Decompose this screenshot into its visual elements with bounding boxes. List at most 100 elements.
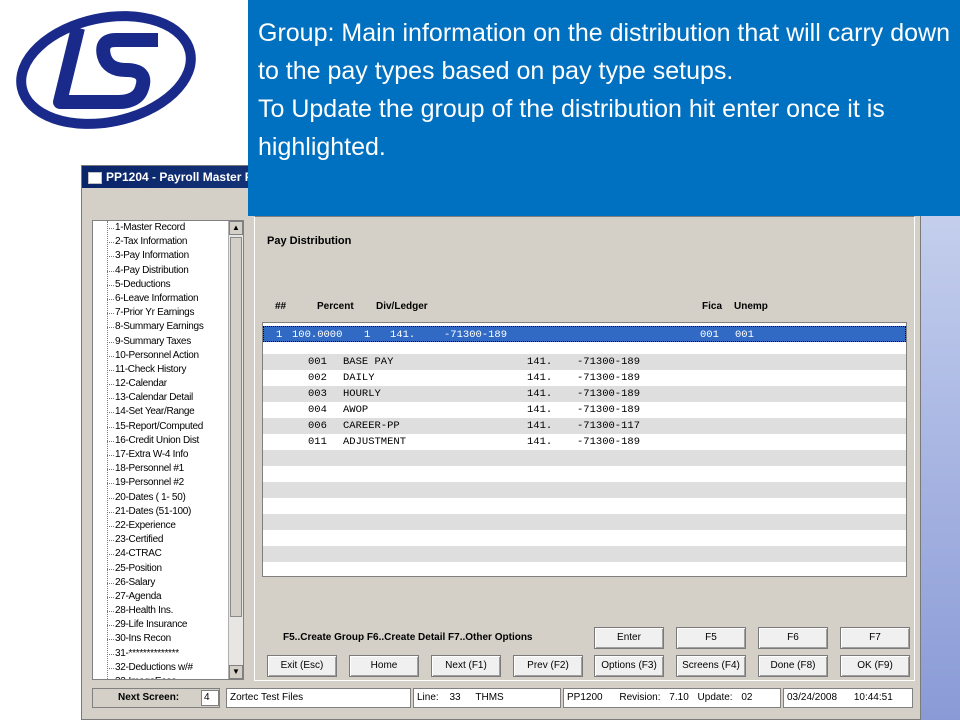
sidebar-item[interactable]: 20-Dates ( 1- 50) [107,491,243,505]
sidebar-item[interactable]: 22-Experience [107,519,243,533]
ok-button[interactable]: OK (F9) [840,655,910,677]
scroll-thumb[interactable] [230,237,242,617]
screen-tree: 1-Master Record 2-Tax Information 3-Pay In… [93,221,243,679]
header-unemp: Unemp [734,301,768,312]
callout-line-1: Group: Main information on the distribut… [258,19,950,85]
sidebar-item[interactable]: 8-Summary Earnings [107,320,243,334]
scroll-up-icon[interactable]: ▲ [229,221,243,235]
f5-button[interactable]: F5 [676,627,746,649]
sidebar-item[interactable]: 18-Personnel #1 [107,462,243,476]
sidebar-item[interactable]: 31-************** [107,647,243,661]
update-label: Update: [697,692,733,703]
detail-fund: 141. [527,420,553,432]
f7-button[interactable]: F7 [840,627,910,649]
sidebar-item[interactable]: 7-Prior Yr Earnings [107,306,243,320]
sidebar-item[interactable]: 29-Life Insurance [107,618,243,632]
empty-row [263,546,906,562]
window-icon [88,171,102,184]
sidebar-item[interactable]: 27-Agenda [107,590,243,604]
sidebar-scrollbar[interactable]: ▲ ▼ [228,221,243,679]
cell-fund: 141. [390,329,416,341]
blank-row [263,342,906,354]
home-button[interactable]: Home [349,655,419,677]
scroll-down-icon[interactable]: ▼ [229,665,243,679]
sidebar-item[interactable]: 1-Master Record [107,221,243,235]
sidebar-item[interactable]: 4-Pay Distribution [107,264,243,278]
date-value: 03/24/2008 [787,692,838,703]
detail-fund: 141. [527,372,553,384]
sidebar-item[interactable]: 32-Deductions w/# [107,661,243,675]
sidebar-item[interactable]: 28-Health Ins. [107,604,243,618]
sidebar-item[interactable]: 16-Credit Union Dist [107,434,243,448]
sidebar-item[interactable]: 25-Position [107,562,243,576]
done-button[interactable]: Done (F8) [758,655,828,677]
sidebar-item[interactable]: 33-ImageEase [115,675,243,679]
detail-account: -71300-189 [577,436,641,448]
sidebar-item[interactable]: 5-Deductions [107,278,243,292]
empty-row [263,450,906,466]
sidebar-item[interactable]: 15-Report/Computed [107,420,243,434]
sidebar-item[interactable]: 30-Ins Recon [107,632,243,646]
detail-name: HOURLY [343,388,381,400]
header-fica: Fica [702,301,723,312]
sidebar-item[interactable]: 2-Tax Information [107,235,243,249]
header-percent: Percent [317,301,354,312]
detail-code: 004 [308,404,327,416]
sidebar-item[interactable]: 19-Personnel #2 [107,476,243,490]
callout-line-2: To Update the group of the distribution … [258,95,885,161]
sidebar-item[interactable]: 21-Dates (51-100) [107,505,243,519]
empty-row [263,562,906,576]
sidebar-item[interactable]: 26-Salary [107,576,243,590]
function-key-hint: F5..Create Group F6..Create Detail F7..O… [283,632,533,643]
detail-row[interactable]: 004 AWOP 141. -71300-189 [263,402,906,418]
cell-percent: 100.0000 [292,329,343,341]
sidebar-item[interactable]: 13-Calendar Detail [107,391,243,405]
detail-row[interactable]: 006 CAREER-PP 141. -71300-117 [263,418,906,434]
sidebar-item[interactable]: 9-Summary Taxes [107,335,243,349]
screen-list[interactable]: 1-Master Record 2-Tax Information 3-Pay In… [92,220,244,680]
instruction-callout: Group: Main information on the distribut… [248,0,960,216]
detail-row[interactable]: 003 HOURLY 141. -71300-189 [263,386,906,402]
detail-fund: 141. [527,388,553,400]
detail-name: BASE PAY [343,356,394,368]
sidebar-item[interactable]: 23-Certified [107,533,243,547]
detail-row[interactable]: 002 DAILY 141. -71300-189 [263,370,906,386]
sidebar-item[interactable]: 17-Extra W-4 Info [107,448,243,462]
panel-title: Pay Distribution [267,235,352,247]
detail-fund: 141. [527,436,553,448]
files-label: Zortec Test Files [226,688,411,708]
sidebar-item[interactable]: 6-Leave Information [107,292,243,306]
sidebar-item[interactable]: 11-Check History [107,363,243,377]
sidebar-item[interactable]: 14-Set Year/Range [107,405,243,419]
next-screen-box: Next Screen: 4 [92,688,220,708]
datetime-box: 03/24/2008 10:44:51 [783,688,913,708]
revision-value: 7.10 [669,692,689,703]
detail-row[interactable]: 001 BASE PAY 141. -71300-189 [263,354,906,370]
options-button[interactable]: Options (F3) [594,655,664,677]
detail-fund: 141. [527,356,553,368]
sidebar-item[interactable]: 10-Personnel Action [107,349,243,363]
next-screen-input[interactable]: 4 [201,690,219,706]
time-value: 10:44:51 [853,692,893,703]
screens-button[interactable]: Screens (F4) [676,655,746,677]
detail-name: DAILY [343,372,375,384]
status-bar: Next Screen: 4 Zortec Test Files Line: 3… [86,688,916,710]
exit-button[interactable]: Exit (Esc) [267,655,337,677]
detail-code: 002 [308,372,327,384]
detail-account: -71300-189 [577,356,641,368]
distribution-group-row[interactable]: 1 100.0000 1 141. -71300-189 001 001 [263,326,906,342]
detail-code: 006 [308,420,327,432]
f6-button[interactable]: F6 [758,627,828,649]
detail-rows: 001 BASE PAY 141. -71300-189 002 DAILY 141. -71… [263,354,906,576]
detail-row[interactable]: 011 ADJUSTMENT 141. -71300-189 [263,434,906,450]
sidebar-item[interactable]: 12-Calendar [107,377,243,391]
sidebar-item[interactable]: 3-Pay Information [107,249,243,263]
next-button[interactable]: Next (F1) [431,655,501,677]
prev-button[interactable]: Prev (F2) [513,655,583,677]
sidebar-item[interactable]: 24-CTRAC [107,547,243,561]
line-box: Line: 33 THMS [413,688,561,708]
empty-row [263,530,906,546]
line-value: 33 [449,692,461,703]
enter-button[interactable]: Enter [594,627,664,649]
detail-code: 011 [308,436,327,448]
